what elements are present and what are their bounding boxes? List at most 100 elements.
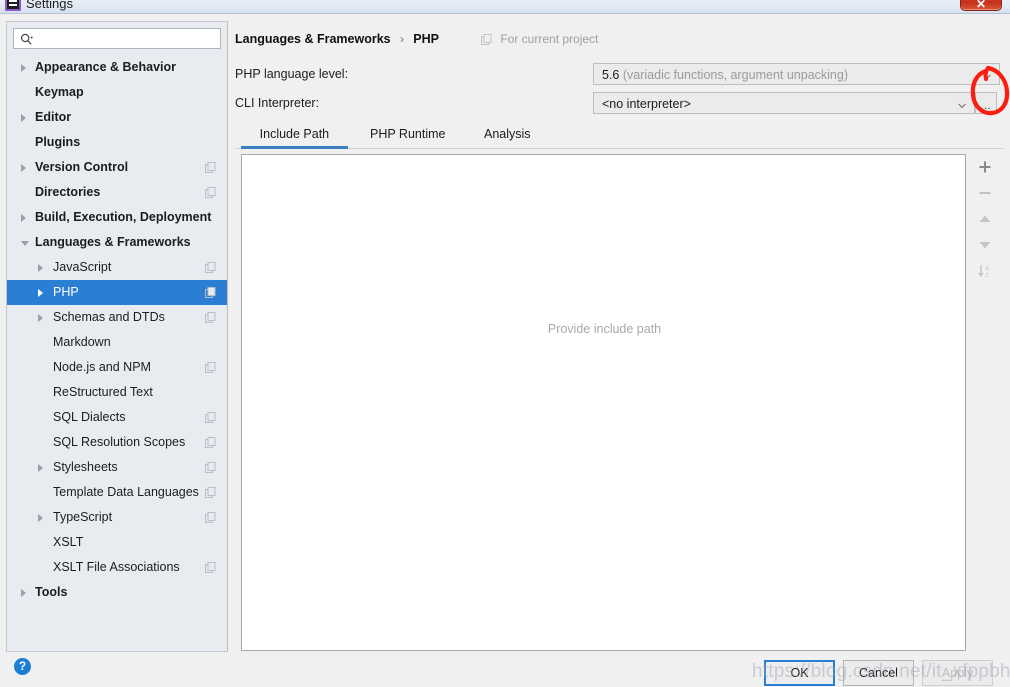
breadcrumb-root: Languages & Frameworks [235,32,391,46]
sidebar-item-typescript[interactable]: TypeScript [7,505,227,530]
sidebar-item-xslt-file-associations[interactable]: XSLT File Associations [7,555,227,580]
window-title: Settings [26,0,73,11]
config-scope-icon [205,262,216,273]
sidebar-item-label: Keymap [35,85,84,99]
sidebar-item-directories[interactable]: Directories [7,180,227,205]
tab-analysis[interactable]: Analysis [468,122,547,148]
chevron-down-icon [958,103,966,109]
sidebar-item-template-data-languages[interactable]: Template Data Languages [7,480,227,505]
php-language-level-value: 5.6 (variadic functions, argument unpack… [602,64,848,86]
chevron-right-icon[interactable] [21,64,26,72]
breadcrumb: Languages & Frameworks › PHP [235,30,439,48]
apply-button[interactable]: Apply [922,660,993,686]
svg-text:z: z [986,273,989,279]
config-scope-icon [205,312,216,323]
tab-include-path[interactable]: Include Path [241,122,348,149]
config-scope-icon [205,187,216,198]
sidebar-item-schemas-and-dtds[interactable]: Schemas and DTDs [7,305,227,330]
sidebar-item-label: Editor [35,110,72,124]
sidebar-item-label: XSLT File Associations [53,560,180,574]
svg-text:a: a [986,266,990,272]
sidebar-item-editor[interactable]: Editor [7,105,227,130]
cancel-button[interactable]: Cancel [843,660,914,686]
sidebar-item-build-execution-deployment[interactable]: Build, Execution, Deployment [7,205,227,230]
sidebar-item-javascript[interactable]: JavaScript [7,255,227,280]
breadcrumb-separator: › [399,32,404,46]
sidebar-item-label: TypeScript [53,510,113,524]
include-path-list[interactable]: Provide include path [241,154,966,651]
sidebar-item-label: Template Data Languages [53,485,199,499]
help-button[interactable]: ? [14,658,31,675]
php-language-level-combobox[interactable]: 5.6 (variadic functions, argument unpack… [593,63,1000,85]
sidebar-item-label: Stylesheets [53,460,118,474]
move-up-button[interactable] [967,206,1003,232]
sidebar-item-label: SQL Dialects [53,410,126,424]
config-scope-icon [481,34,492,45]
add-button[interactable] [967,154,1003,180]
cli-interpreter-row: CLI Interpreter: <no interpreter> [235,92,1000,114]
browse-interpreter-button[interactable]: … [975,92,997,114]
sidebar-item-tools[interactable]: Tools [7,580,227,605]
settings-dialog: Settings ✕ Appearance & Behavior Keymap Ed… [0,0,1010,687]
title-bar: Settings ✕ [0,0,1010,14]
config-scope-icon [205,362,216,373]
config-scope-icon [205,487,216,498]
sidebar-item-node-js-and-npm[interactable]: Node.js and NPM [7,355,227,380]
config-scope-icon [205,512,216,523]
sidebar-item-label: SQL Resolution Scopes [53,435,186,449]
sidebar-item-label: Appearance & Behavior [35,60,177,74]
sidebar-item-label: Languages & Frameworks [35,235,191,249]
sidebar-item-label: Node.js and NPM [53,360,151,374]
config-scope-icon [205,287,216,298]
settings-tree: Appearance & Behavior Keymap Editor Plugins… [7,55,227,651]
close-button[interactable]: ✕ [960,0,1002,11]
sidebar-item-languages-frameworks[interactable]: Languages & Frameworks [7,230,227,255]
chevron-right-icon[interactable] [38,289,43,297]
sort-button[interactable]: az [967,258,1003,284]
chevron-right-icon[interactable] [38,264,43,272]
chevron-down-icon[interactable] [21,241,29,246]
sidebar-item-label: Tools [35,585,68,599]
sidebar-item-appearance-behavior[interactable]: Appearance & Behavior [7,55,227,80]
sidebar-item-stylesheets[interactable]: Stylesheets [7,455,227,480]
sidebar-item-keymap[interactable]: Keymap [7,80,227,105]
sidebar-item-version-control[interactable]: Version Control [7,155,227,180]
sidebar-item-label: Schemas and DTDs [53,310,165,324]
search-input[interactable] [38,31,216,47]
chevron-right-icon[interactable] [38,464,43,472]
cli-interpreter-combobox[interactable]: <no interpreter> [593,92,975,114]
cli-interpreter-value: <no interpreter> [602,97,691,111]
include-path-toolbar: az [967,154,1003,651]
sidebar-item-php[interactable]: PHP [7,280,227,305]
move-down-button[interactable] [967,232,1003,258]
chevron-right-icon[interactable] [21,214,26,222]
sidebar-item-sql-resolution-scopes[interactable]: SQL Resolution Scopes [7,430,227,455]
sidebar-item-label: XSLT [53,535,84,549]
ide-app-icon [5,0,21,11]
chevron-down-icon [983,74,991,80]
sidebar-item-label: Build, Execution, Deployment [35,210,212,224]
sidebar-item-label: PHP [53,285,79,299]
chevron-right-icon[interactable] [38,514,43,522]
chevron-right-icon[interactable] [38,314,43,322]
search-container [7,22,227,53]
chevron-right-icon[interactable] [21,589,26,597]
sidebar-item-plugins[interactable]: Plugins [7,130,227,155]
ok-button[interactable]: OK [764,660,835,686]
remove-button[interactable] [967,180,1003,206]
tab-php-runtime[interactable]: PHP Runtime [358,122,458,148]
search-box[interactable] [13,28,221,49]
php-language-level-row: PHP language level: 5.6 (variadic functi… [235,63,1000,85]
sidebar-item-markdown[interactable]: Markdown [7,330,227,355]
chevron-right-icon[interactable] [21,114,26,122]
sidebar-item-xslt[interactable]: XSLT [7,530,227,555]
sidebar-item-label: Version Control [35,160,129,174]
search-icon [20,33,33,45]
pane-tabs: Include Path PHP Runtime Analysis [235,122,1004,149]
sidebar-item-sql-dialects[interactable]: SQL Dialects [7,405,227,430]
config-scope-icon [205,412,216,423]
config-scope-icon [205,562,216,573]
breadcrumb-leaf: PHP [413,32,439,46]
chevron-right-icon[interactable] [21,164,26,172]
sidebar-item-restructured-text[interactable]: ReStructured Text [7,380,227,405]
